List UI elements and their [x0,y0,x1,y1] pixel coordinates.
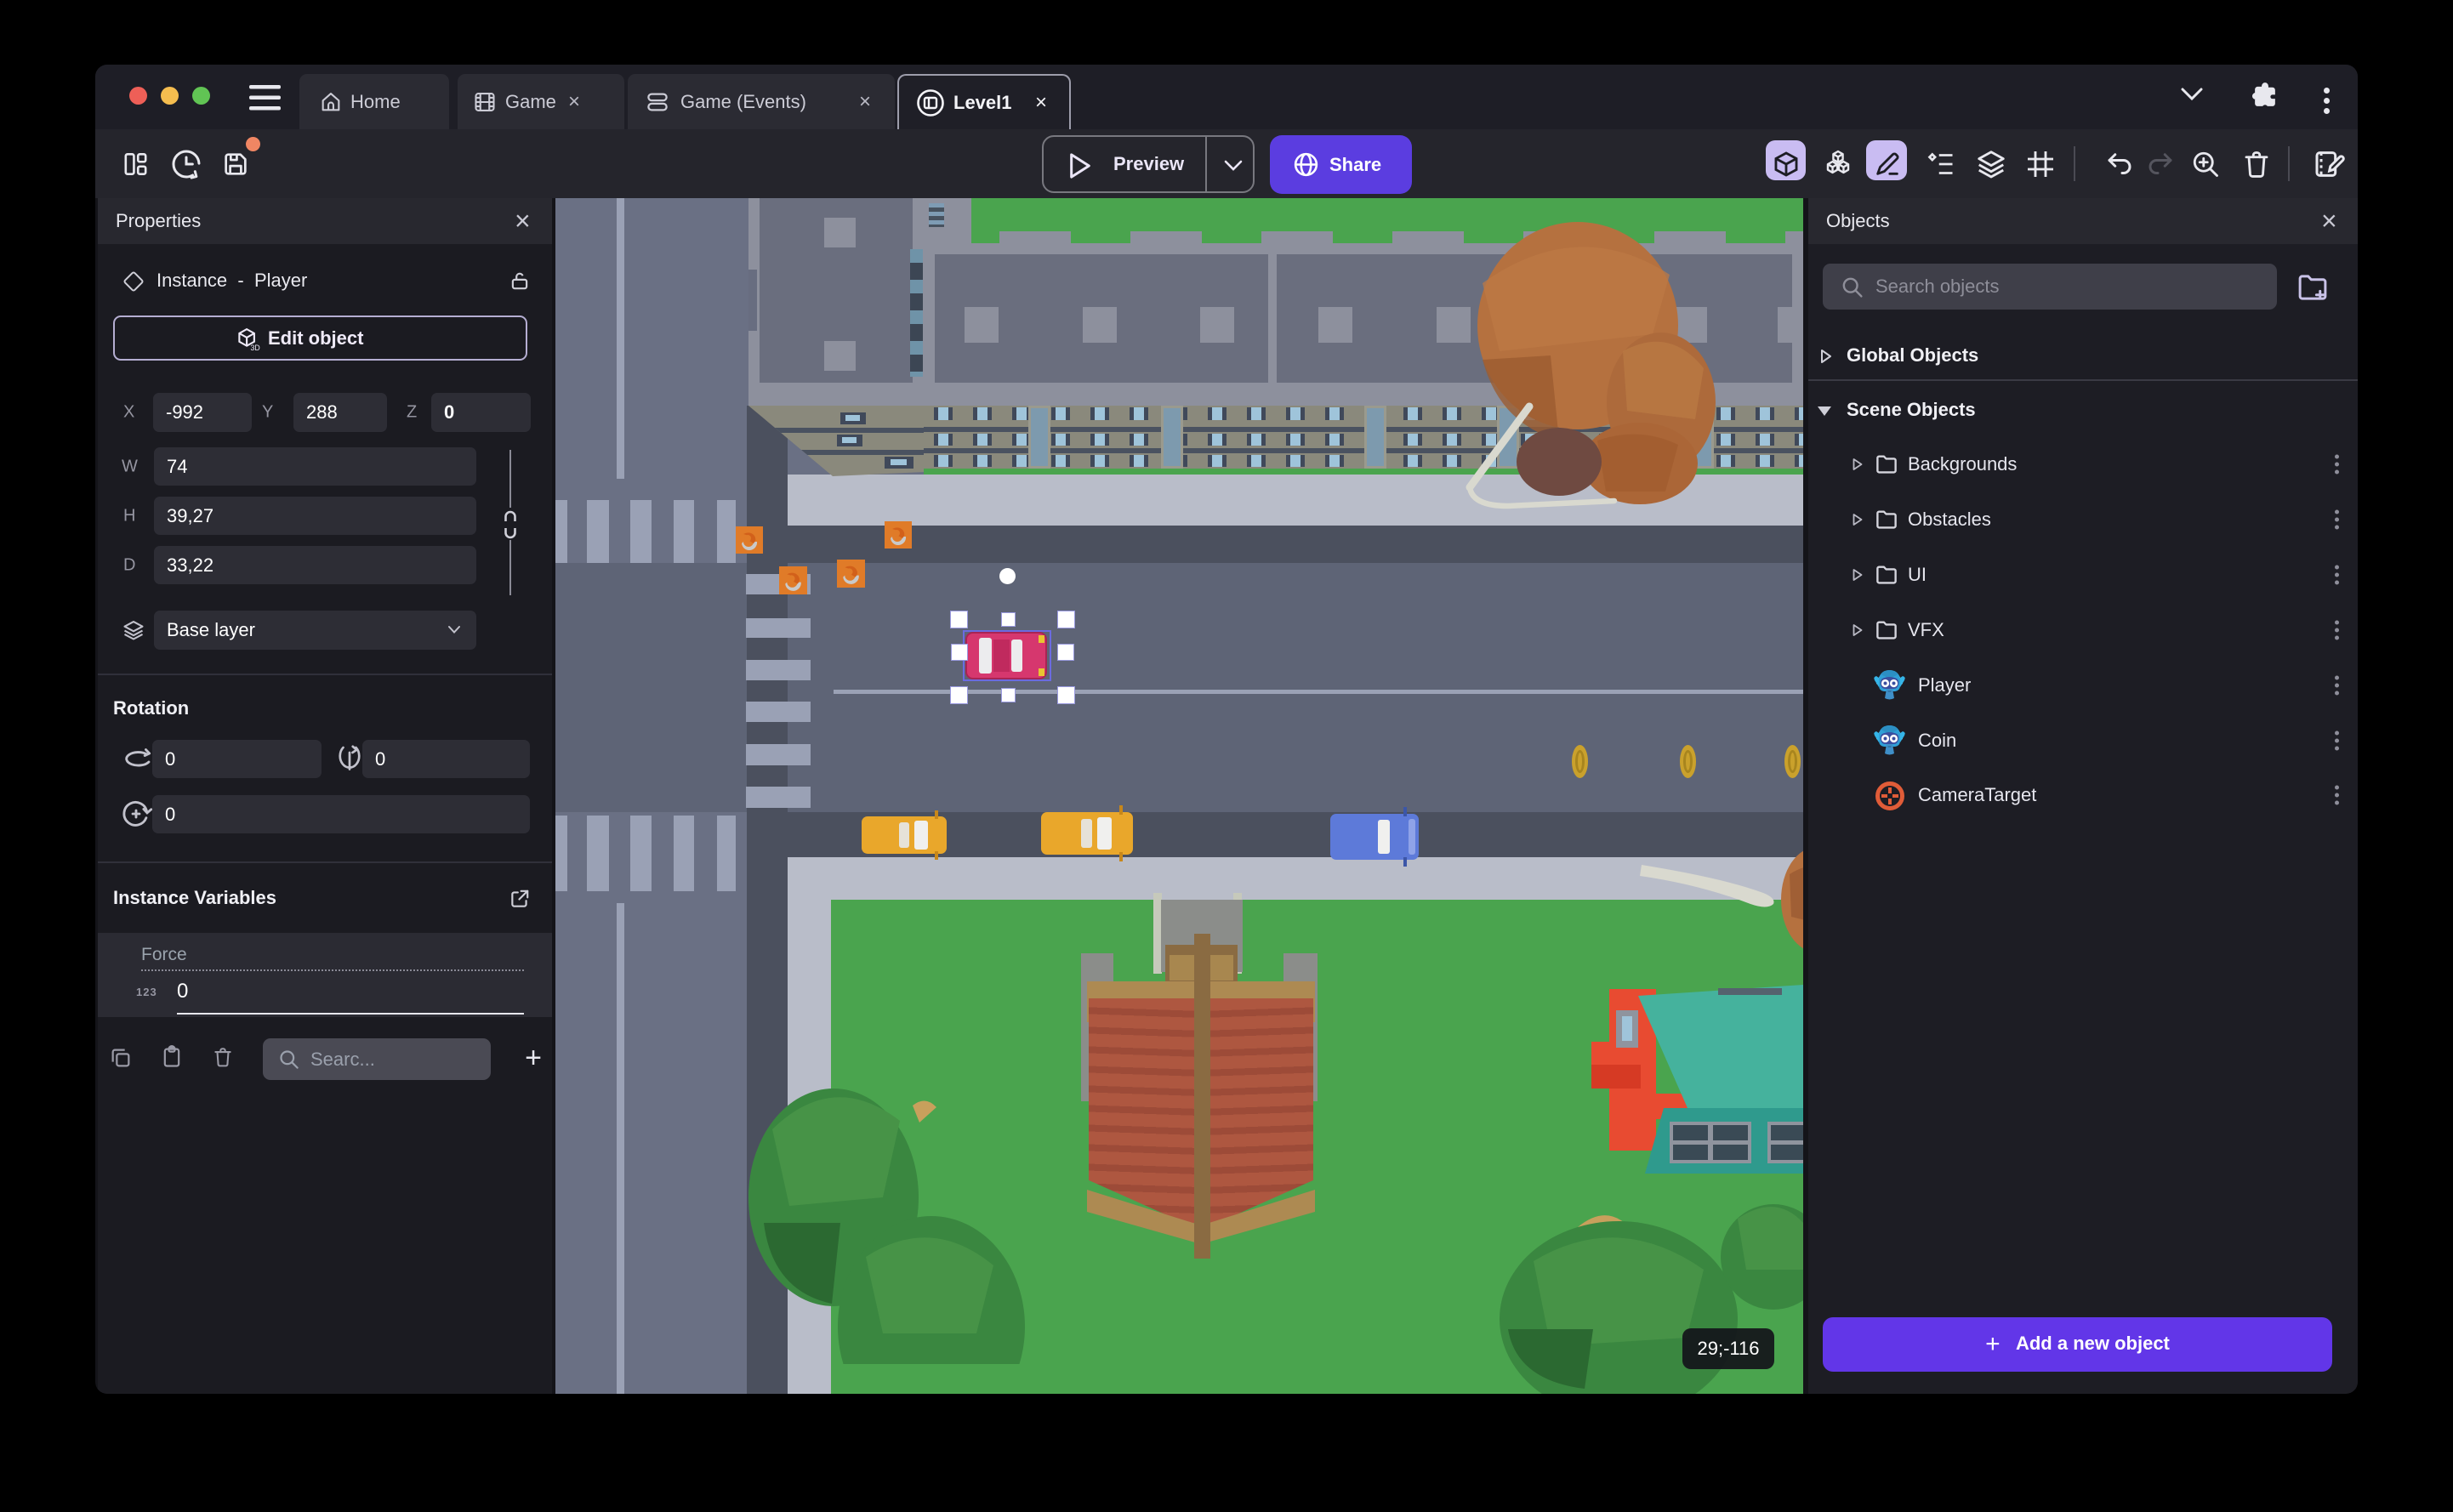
svg-text:3D: 3D [251,344,260,352]
